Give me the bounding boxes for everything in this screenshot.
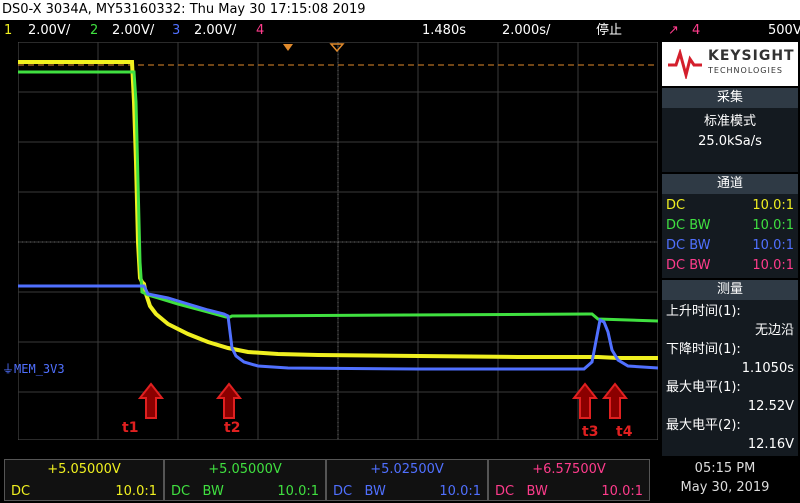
channels-panel: DC 10.0:1 DC BW 10.0:1 DC BW 10.0:1 DC BW 10… [662, 194, 798, 278]
channel-bar: 1 2.00V/ 2 2.00V/ 3 2.00V/ 4 1.480s 2.00… [0, 20, 658, 42]
measure-value: 1.1050s [741, 361, 794, 376]
ch1-offset: +5.05000V [47, 462, 121, 477]
ch1-number[interactable]: 1 [4, 20, 12, 42]
ch4-offset: +6.57500V [532, 462, 606, 477]
ch3-offset-box[interactable]: +5.02500V DC BW 10.0:1 [326, 459, 488, 501]
run-state[interactable]: 停止 [596, 20, 622, 42]
ch3-number[interactable]: 3 [172, 20, 180, 42]
ch1-probe: 10.0:1 [115, 484, 157, 499]
side-panel: KEYSIGHT TECHNOLOGIES 采集 标准模式 25.0kSa/s … [658, 42, 800, 462]
trigger-level: 500V [768, 23, 800, 38]
marker-t4: t4 [616, 424, 633, 440]
ch3-offset: +5.02500V [370, 462, 444, 477]
marker-t2: t2 [224, 420, 241, 436]
ch2-coupling: DC BW [171, 484, 224, 499]
channel-row: DC BW 10.0:1 [666, 258, 794, 273]
ch2-offset-box[interactable]: +5.05000V DC BW 10.0:1 [164, 459, 326, 501]
clock-date: May 30, 2019 [680, 480, 770, 495]
marker-t1: t1 [122, 420, 139, 436]
measure-value: 12.52V [747, 399, 794, 414]
measure-value: 无边沿 [754, 323, 794, 338]
channel-row: DC BW 10.0:1 [666, 238, 794, 253]
acquire-mode: 标准模式 [703, 114, 756, 129]
marker-t3: t3 [582, 424, 599, 440]
timebase-scale[interactable]: 2.000s/ [502, 20, 550, 42]
ch3-coupling: DC BW [333, 484, 386, 499]
measure-label: 最大电平(2): [666, 418, 741, 433]
ch2-number[interactable]: 2 [90, 20, 98, 42]
ch3-scale[interactable]: 2.00V/ [194, 20, 236, 42]
ch1-coupling: DC [11, 484, 31, 499]
channel-row: DC 10.0:1 [666, 198, 794, 213]
graticule [17, 41, 659, 441]
ch1-scale[interactable]: 2.00V/ [28, 20, 70, 42]
brand-logo: KEYSIGHT TECHNOLOGIES [662, 42, 798, 86]
ch2-probe: 10.0:1 [277, 484, 319, 499]
measure-label: 上升时间(1): [666, 304, 741, 319]
channels-header[interactable]: 通道 [662, 174, 798, 194]
window-title: DS0-X 3034A, MY53160332: Thu May 30 17:1… [0, 0, 800, 20]
acquire-header[interactable]: 采集 [662, 88, 798, 108]
channel-row: DC BW 10.0:1 [666, 218, 794, 233]
rising-edge-icon: ↗ [668, 23, 679, 38]
ch2-scale[interactable]: 2.00V/ [112, 20, 154, 42]
acquire-rate: 25.0kSa/s [698, 134, 762, 149]
ch3-probe: 10.0:1 [439, 484, 481, 499]
ch2-offset: +5.05000V [208, 462, 282, 477]
timebase-delay[interactable]: 1.480s [422, 20, 466, 42]
ch4-number[interactable]: 4 [256, 20, 264, 42]
ground-marker-icon: ⏚ [2, 362, 15, 376]
acquire-panel: 标准模式 25.0kSa/s [662, 108, 798, 172]
waveform-label: MEM_3V3 [14, 362, 65, 376]
keysight-logo-icon [668, 49, 702, 79]
waveform-display[interactable]: t1 t2 t3 t4 [17, 41, 659, 441]
measure-value: 12.16V [747, 437, 794, 452]
clock-time: 05:15 PM [694, 461, 756, 476]
measure-label: 最大电平(1): [666, 380, 741, 395]
trigger-status[interactable]: ↗ 4 500V [658, 20, 800, 42]
ch1-offset-box[interactable]: +5.05000V DC 10.0:1 [4, 459, 164, 501]
ch4-offset-box[interactable]: +6.57500V DC BW 10.0:1 [488, 459, 650, 501]
measure-panel: 上升时间(1): 无边沿 下降时间(1): 1.1050s 最大电平(1): 1… [662, 300, 798, 462]
ch4-probe: 10.0:1 [601, 484, 643, 499]
ch4-coupling: DC BW [495, 484, 548, 499]
measure-header[interactable]: 测量 [662, 280, 798, 300]
trigger-channel: 4 [692, 23, 701, 38]
clock: 05:15 PM May 30, 2019 [650, 459, 800, 501]
ch3-ground-label: ⏚MEM_3V3 [2, 360, 65, 377]
measure-label: 下降时间(1): [666, 342, 741, 357]
